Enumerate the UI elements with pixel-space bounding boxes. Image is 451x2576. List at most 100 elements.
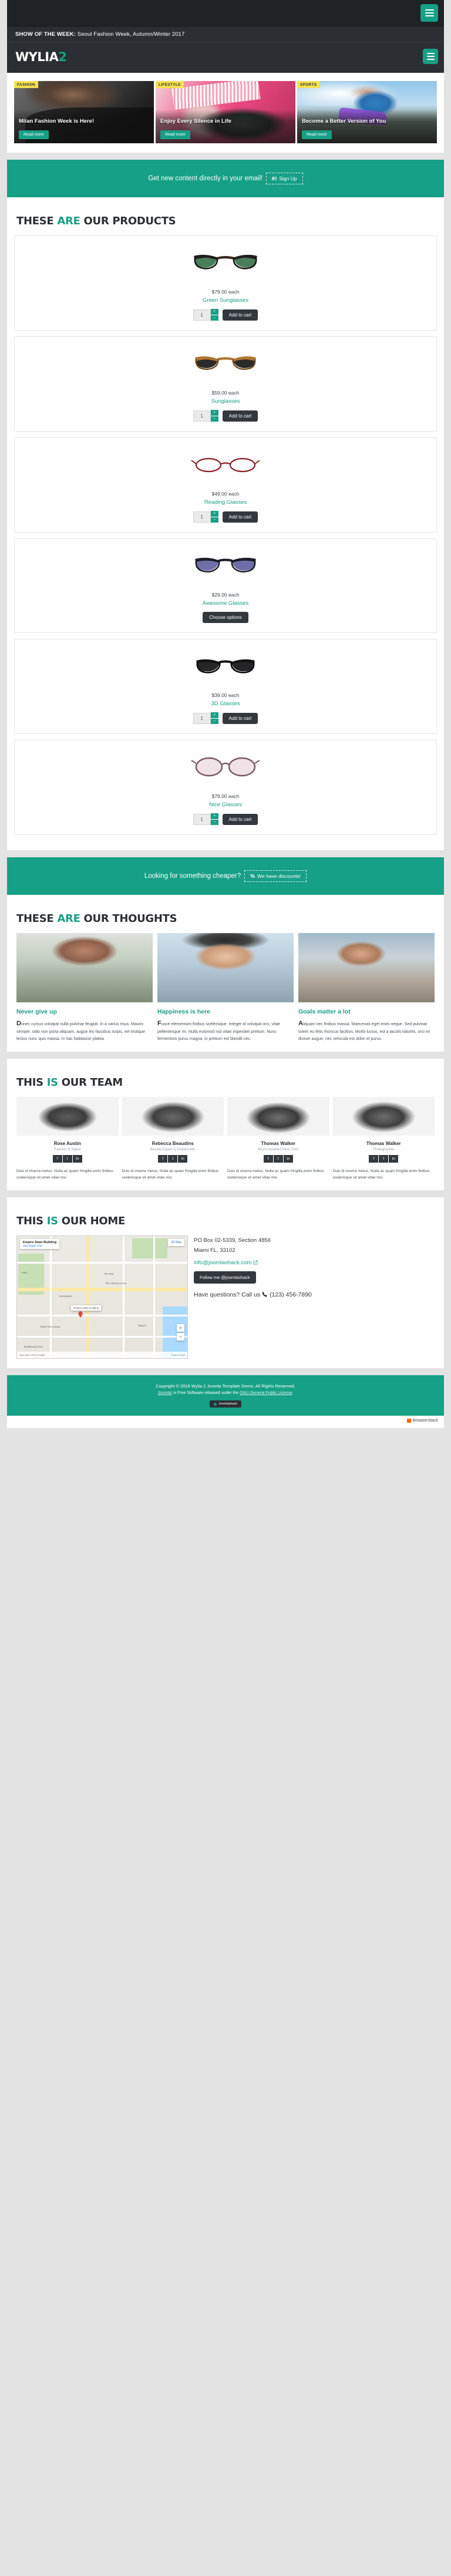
product-card[interactable]: $79.00 each Green Sunglasses + − Add to …	[14, 235, 437, 331]
quantity-input[interactable]	[193, 511, 211, 523]
map-pin-icon[interactable]	[78, 1311, 83, 1318]
phone-number[interactable]: (123) 456-7890	[270, 1291, 312, 1298]
quantity-decrease-button[interactable]: −	[210, 517, 218, 523]
linkedin-icon[interactable]: in	[389, 1155, 399, 1163]
team-member[interactable]: Rebecca Beaudins Beauty Expert & Globetr…	[122, 1097, 224, 1181]
team-member-name: Thomas Walker	[366, 1141, 401, 1147]
product-card[interactable]: $39.00 each 3D Glasses + − Add to cart	[14, 639, 437, 734]
quantity-increase-button[interactable]: +	[210, 712, 218, 718]
browserstack-bar[interactable]: BrowserStack	[7, 1415, 444, 1428]
thought-card[interactable]: Happiness is here Fusce elementum finibu…	[157, 933, 294, 1042]
map-road	[153, 1236, 155, 1359]
twitter-icon[interactable]: t	[273, 1155, 283, 1163]
joomla-link[interactable]: Joomla!	[157, 1391, 172, 1395]
read-more-button[interactable]: Read more	[19, 130, 49, 139]
joomlashack-badge[interactable]: Joomlashack	[209, 1400, 242, 1408]
discounts-button[interactable]: % We have discounts!	[244, 870, 307, 882]
product-name[interactable]: Sunglasses	[21, 398, 430, 405]
quantity-input[interactable]	[193, 410, 211, 422]
quantity-increase-button[interactable]: +	[210, 309, 218, 315]
add-to-cart-button[interactable]: Add to cart	[222, 511, 258, 523]
feature-card-sports[interactable]: SPORTS Become a Better Version of You Re…	[297, 81, 437, 143]
team-member-role: Fashion & Stylist	[54, 1148, 81, 1152]
map-title-card[interactable]: Empire State Building View larger map	[20, 1239, 60, 1250]
joomlashack-icon	[213, 1402, 217, 1406]
facebook-icon[interactable]: f	[263, 1155, 273, 1163]
quantity-decrease-button[interactable]: −	[210, 718, 218, 724]
thought-title[interactable]: Goals matter a lot	[298, 1008, 435, 1015]
product-name[interactable]: Nice Glasses	[21, 802, 430, 808]
product-price: $49.00 each	[211, 491, 240, 497]
hamburger-menu-icon[interactable]	[420, 4, 438, 22]
product-card[interactable]: $49.00 each Reading Glasses + − Add to c…	[14, 437, 437, 533]
team-section-title: THIS IS OUR TEAM	[16, 1076, 123, 1089]
add-to-cart-button[interactable]: Add to cart	[222, 410, 258, 422]
product-name[interactable]: Reading Glasses	[21, 499, 430, 506]
quantity-increase-button[interactable]: +	[210, 511, 218, 517]
choose-options-button[interactable]: Choose options	[203, 612, 248, 623]
map-poi-label: Baekjeong NYC	[24, 1345, 43, 1349]
3d-glasses-icon	[196, 659, 255, 674]
team-member[interactable]: Rose Austin Fashion & Stylist f t in Dui…	[16, 1097, 119, 1181]
team-member-role: Photographer	[373, 1148, 395, 1152]
add-to-cart-button[interactable]: Add to cart	[222, 813, 258, 825]
thought-title[interactable]: Happiness is here	[157, 1008, 294, 1015]
quantity-decrease-button[interactable]: −	[210, 315, 218, 321]
twitter-icon[interactable]: t	[62, 1155, 72, 1163]
product-card[interactable]: $29.00 each Awesome Glasses Choose optio…	[14, 538, 437, 633]
map-3d-button[interactable]: 3D Map	[168, 1239, 184, 1247]
product-card[interactable]: $79.00 each Nice Glasses + − Add to cart	[14, 740, 437, 835]
product-name[interactable]: 3D Glasses	[21, 701, 430, 707]
read-more-button[interactable]: Read more	[302, 130, 332, 139]
contact-email-link[interactable]: info@joomlashack.com	[194, 1260, 258, 1266]
map-zoom-out-button[interactable]: −	[177, 1333, 184, 1341]
add-to-cart-button[interactable]: Add to cart	[222, 712, 258, 724]
follow-button[interactable]: Follow me @joomlashack	[194, 1271, 256, 1284]
map-marker-label[interactable]: Empire State Building	[71, 1305, 102, 1311]
feature-card-lifestyle[interactable]: LIFESTYLE Enjoy Every Silence in Life Re…	[156, 81, 295, 143]
facebook-icon[interactable]: f	[369, 1155, 379, 1163]
quantity-increase-button[interactable]: +	[210, 410, 218, 416]
quantity-input[interactable]	[193, 813, 211, 825]
map-terms-link[interactable]: Terms of Use	[171, 1353, 185, 1356]
map-zoom-in-button[interactable]: +	[177, 1324, 184, 1332]
team-panel: THIS IS OUR TEAM Rose Austin Fashion & S…	[7, 1059, 444, 1191]
avatar	[227, 1097, 329, 1136]
map-road	[17, 1262, 187, 1264]
product-name[interactable]: Green Sunglasses	[21, 297, 430, 304]
map-poi-label: Park	[22, 1271, 28, 1275]
features-panel: FASHION Milan Fashion Week is Here! Read…	[7, 73, 444, 153]
map-road	[17, 1288, 187, 1292]
map-widget[interactable]: Empire State Building View larger map 3D…	[16, 1235, 188, 1359]
product-card[interactable]: $59.00 each Sunglasses + − Add to cart	[14, 336, 437, 432]
facebook-icon[interactable]: f	[52, 1155, 62, 1163]
linkedin-icon[interactable]: in	[178, 1155, 188, 1163]
quantity-decrease-button[interactable]: −	[210, 416, 218, 422]
twitter-icon[interactable]: t	[168, 1155, 178, 1163]
hamburger-menu-icon-secondary[interactable]	[423, 49, 438, 64]
twitter-icon[interactable]: t	[379, 1155, 389, 1163]
facebook-icon[interactable]: f	[158, 1155, 168, 1163]
cart-row: + − Add to cart	[21, 511, 430, 523]
linkedin-icon[interactable]: in	[283, 1155, 293, 1163]
map-larger-link[interactable]: View larger map	[23, 1244, 56, 1247]
quantity-input[interactable]	[193, 309, 211, 321]
signup-button[interactable]: Sign Up	[266, 173, 303, 184]
team-member[interactable]: Thomas Walker Photographer f t in Duis i…	[332, 1097, 435, 1181]
site-logo[interactable]: WYLIA2	[15, 50, 436, 64]
thought-title[interactable]: Never give up	[16, 1008, 153, 1015]
thought-card[interactable]: Goals matter a lot Aliquam nec finibus m…	[298, 933, 435, 1042]
read-more-button[interactable]: Read more	[160, 130, 190, 139]
linkedin-icon[interactable]: in	[72, 1155, 82, 1163]
feature-card-fashion[interactable]: FASHION Milan Fashion Week is Here! Read…	[14, 81, 154, 143]
joomlashack-label: Joomlashack	[218, 1402, 238, 1406]
category-tag: FASHION	[14, 81, 38, 88]
thought-card[interactable]: Never give up Donec cursus volutpat null…	[16, 933, 153, 1042]
gpl-link[interactable]: GNU General Public License	[240, 1391, 292, 1395]
product-name[interactable]: Awesome Glasses	[21, 600, 430, 607]
add-to-cart-button[interactable]: Add to cart	[222, 309, 258, 321]
team-member[interactable]: Thomas Walker Much travelled Paris Chef …	[227, 1097, 329, 1181]
quantity-increase-button[interactable]: +	[210, 813, 218, 819]
quantity-decrease-button[interactable]: −	[210, 819, 218, 825]
quantity-input[interactable]	[193, 712, 211, 724]
